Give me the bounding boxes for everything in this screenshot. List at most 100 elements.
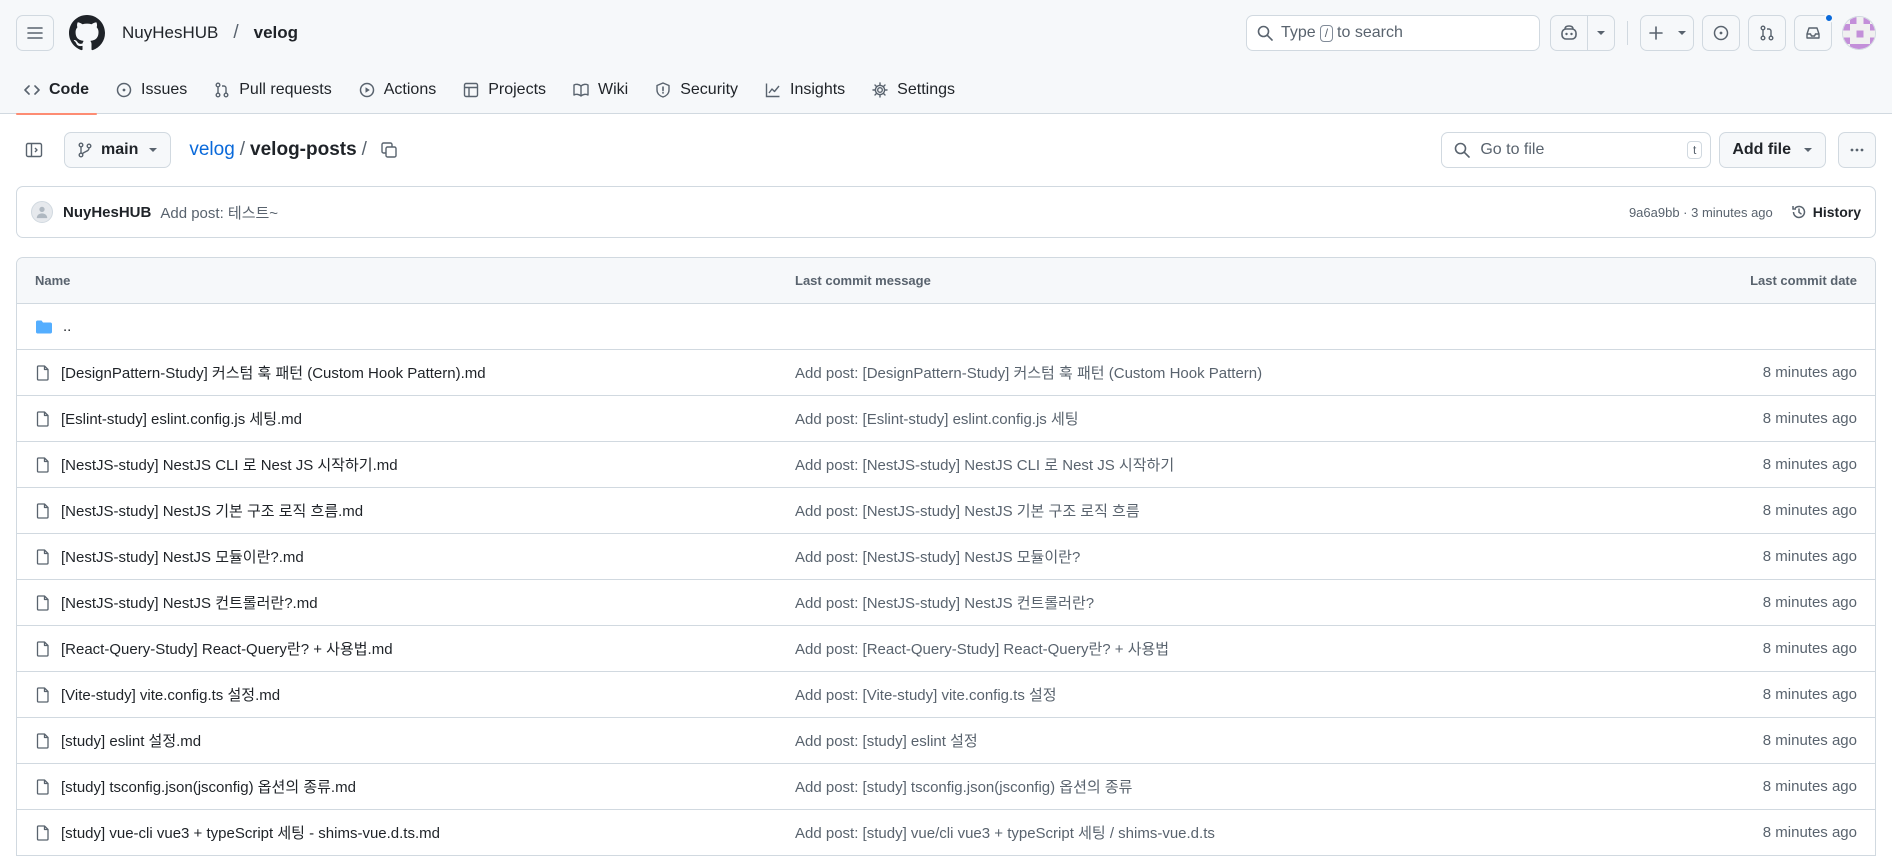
commit-date: 8 minutes ago (1762, 640, 1857, 657)
tab-pull-requests[interactable]: Pull requests (206, 66, 340, 114)
commit-message-link[interactable]: Add post: [DesignPattern-Study] 커스텀 훅 패턴… (795, 362, 1697, 383)
commit-message-link[interactable]: Add post: [study] tsconfig.json(jsconfig… (795, 776, 1697, 797)
file-name-link[interactable]: [NestJS-study] NestJS 모듈이란?.md (61, 546, 304, 567)
toggle-file-tree-button[interactable] (16, 132, 52, 168)
path-trailing-separator: / (361, 139, 367, 160)
table-row[interactable]: [DesignPattern-Study] 커스텀 훅 패턴 (Custom H… (17, 350, 1875, 396)
commit-message-link[interactable]: Add post: [NestJS-study] NestJS 컨트롤러란? (795, 592, 1697, 613)
tab-issues[interactable]: Issues (108, 66, 195, 114)
commit-author-avatar[interactable] (31, 201, 53, 223)
commit-message-link[interactable]: Add post: [Vite-study] vite.config.ts 설정 (795, 684, 1697, 705)
latest-commit-bar: NuyHesHUB Add post: 테스트~ 9a6a9bb · 3 min… (16, 186, 1876, 238)
commit-message-link[interactable]: Add post: [NestJS-study] NestJS CLI 로 Ne… (795, 454, 1697, 475)
file-name-link[interactable]: [study] vue-cli vue3 + typeScript 세팅 - s… (61, 822, 440, 843)
commit-date: 8 minutes ago (1762, 594, 1857, 611)
file-icon (36, 686, 49, 703)
file-name-link[interactable]: [React-Query-Study] React-Query란? + 사용법.… (61, 638, 393, 659)
file-name-link[interactable]: [study] eslint 설정.md (61, 730, 201, 751)
branch-selector[interactable]: main (64, 132, 172, 168)
table-row[interactable]: [Eslint-study] eslint.config.js 세팅.md Add… (17, 396, 1875, 442)
top-bar: NuyHesHUB / velog Type / to search (0, 0, 1892, 66)
owner-link[interactable]: NuyHesHUB (122, 23, 218, 43)
tab-code[interactable]: Code (16, 66, 97, 115)
tab-actions[interactable]: Actions (351, 66, 444, 114)
user-icon (36, 206, 48, 219)
commit-date: 8 minutes ago (1762, 778, 1857, 795)
table-row[interactable]: [React-Query-Study] React-Query란? + 사용법.… (17, 626, 1875, 672)
tab-wiki[interactable]: Wiki (565, 66, 636, 114)
copilot-dropdown[interactable] (1588, 16, 1614, 50)
table-row[interactable]: [study] tsconfig.json(jsconfig) 옵션의 종류.m… (17, 764, 1875, 810)
notification-dot (1824, 13, 1834, 23)
add-file-label: Add file (1732, 141, 1791, 158)
menu-button[interactable] (16, 15, 54, 51)
inbox-button[interactable] (1794, 13, 1834, 51)
parent-directory-link[interactable]: .. (63, 318, 71, 335)
commit-message-link[interactable]: Add post: [study] eslint 설정 (795, 730, 1697, 751)
search-prefix: Type (1281, 24, 1316, 41)
file-name-cell: [study] eslint 설정.md (35, 730, 795, 751)
file-name-link[interactable]: [Eslint-study] eslint.config.js 세팅.md (61, 408, 302, 429)
repo-tabs: Code Issues Pull requests Actions Projec… (0, 66, 1892, 115)
commit-date: 8 minutes ago (1762, 548, 1857, 565)
commit-message[interactable]: Add post: 테스트~ (160, 202, 278, 223)
tab-settings[interactable]: Settings (864, 66, 963, 114)
table-row[interactable]: [NestJS-study] NestJS 기본 구조 로직 흐름.md Add … (17, 488, 1875, 534)
commit-message-link[interactable]: Add post: [Eslint-study] eslint.config.j… (795, 408, 1697, 429)
tab-security[interactable]: Security (647, 66, 746, 114)
file-name-link[interactable]: [Vite-study] vite.config.ts 설정.md (61, 684, 280, 705)
copilot-icon (1561, 25, 1577, 40)
file-icon (36, 824, 49, 841)
copilot-button[interactable] (1551, 16, 1587, 50)
go-to-file-input[interactable]: Go to file t (1441, 132, 1712, 168)
commit-message-link[interactable]: Add post: [NestJS-study] NestJS 모듈이란? (795, 546, 1697, 567)
issue-icon (116, 82, 132, 98)
commit-date: 8 minutes ago (1762, 686, 1857, 703)
user-avatar[interactable] (1842, 16, 1876, 50)
add-file-button[interactable]: Add file (1719, 132, 1826, 168)
caret-down-icon (1804, 148, 1812, 152)
search-icon (1455, 142, 1471, 158)
commit-message-link[interactable]: Add post: [NestJS-study] NestJS 기본 구조 로직… (795, 500, 1697, 521)
search-input[interactable]: Type / to search (1246, 15, 1540, 51)
table-row[interactable]: [study] vue-cli vue3 + typeScript 세팅 - s… (17, 810, 1875, 856)
gear-icon (872, 82, 888, 98)
file-name-link[interactable]: [study] tsconfig.json(jsconfig) 옵션의 종류.m… (61, 776, 356, 797)
create-new-button[interactable] (1640, 15, 1694, 51)
copy-path-button[interactable] (380, 141, 398, 159)
commit-date: 8 minutes ago (1762, 364, 1857, 381)
file-name-link[interactable]: [NestJS-study] NestJS 컨트롤러란?.md (61, 592, 318, 613)
github-logo[interactable] (68, 14, 106, 52)
commit-meta[interactable]: 9a6a9bb · 3 minutes ago (1629, 205, 1773, 220)
header-name: Name (35, 273, 71, 288)
file-name-cell: [NestJS-study] NestJS 모듈이란?.md (35, 546, 795, 567)
more-options-button[interactable] (1838, 132, 1876, 168)
file-name-link[interactable]: [NestJS-study] NestJS 기본 구조 로직 흐름.md (61, 500, 363, 521)
table-row[interactable]: [Vite-study] vite.config.ts 설정.md Add pos… (17, 672, 1875, 718)
issues-button[interactable] (1702, 15, 1740, 51)
issue-opened-icon (1713, 25, 1729, 41)
file-name-link[interactable]: [NestJS-study] NestJS CLI 로 Nest JS 시작하기… (61, 454, 398, 475)
file-icon (36, 640, 49, 657)
tab-projects[interactable]: Projects (455, 66, 554, 114)
commit-message-link[interactable]: Add post: [study] vue/cli vue3 + typeScr… (795, 822, 1697, 843)
file-icon (36, 364, 49, 381)
path-root-link[interactable]: velog (189, 139, 234, 161)
file-name-link[interactable]: [DesignPattern-Study] 커스텀 훅 패턴 (Custom H… (61, 362, 486, 383)
repo-link[interactable]: velog (254, 23, 298, 43)
parent-directory-row[interactable]: .. (17, 304, 1875, 350)
branch-name: main (101, 141, 139, 158)
history-button[interactable]: History (1791, 204, 1861, 220)
tab-insights[interactable]: Insights (757, 66, 853, 114)
table-row[interactable]: [NestJS-study] NestJS 컨트롤러란?.md Add post:… (17, 580, 1875, 626)
graph-icon (765, 83, 780, 98)
table-row[interactable]: [NestJS-study] NestJS CLI 로 Nest JS 시작하기… (17, 442, 1875, 488)
table-row[interactable]: [NestJS-study] NestJS 모듈이란?.md Add post: … (17, 534, 1875, 580)
commit-message-link[interactable]: Add post: [React-Query-Study] React-Quer… (795, 638, 1697, 659)
pull-requests-button[interactable] (1748, 15, 1786, 51)
plus-part (1641, 16, 1671, 50)
file-name-cell: [NestJS-study] NestJS CLI 로 Nest JS 시작하기… (35, 454, 795, 475)
app-header: NuyHesHUB / velog Type / to search Code … (0, 0, 1892, 115)
commit-author[interactable]: NuyHesHUB (63, 204, 151, 221)
table-row[interactable]: [study] eslint 설정.md Add post: [study] es… (17, 718, 1875, 764)
